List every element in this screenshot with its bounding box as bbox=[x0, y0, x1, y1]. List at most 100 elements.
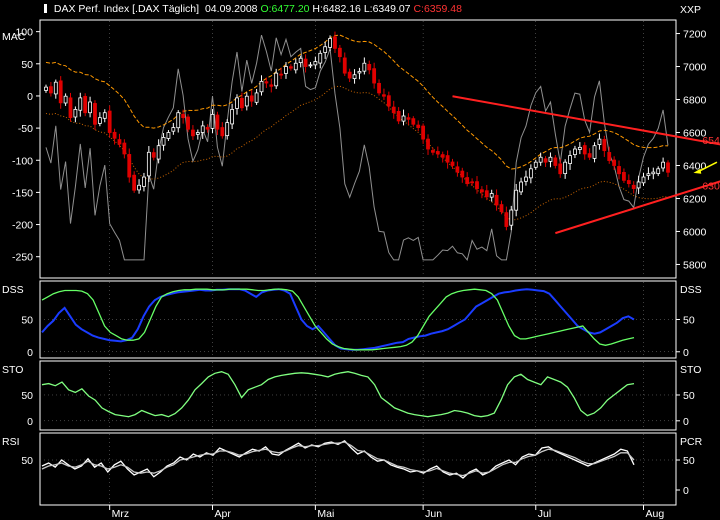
rsi-panel bbox=[39, 432, 677, 506]
candle-body bbox=[93, 103, 97, 125]
candle-body bbox=[514, 189, 519, 211]
price-chart-svg: MACXXP100500-50-100-150-200-250720070006… bbox=[2, 4, 720, 520]
candle-body bbox=[264, 81, 269, 84]
candle-body bbox=[117, 139, 122, 145]
candle-body bbox=[112, 131, 117, 139]
candle-body bbox=[484, 190, 489, 198]
candle-body bbox=[592, 145, 597, 159]
month-label: Apr bbox=[215, 508, 232, 520]
lower-trendline-value-label: 6300.43 bbox=[702, 180, 720, 192]
candle-body bbox=[617, 166, 621, 175]
candle-body bbox=[386, 95, 391, 107]
candle-body bbox=[587, 153, 592, 158]
right-tick-label: 6400 bbox=[683, 160, 707, 172]
candle-body bbox=[78, 97, 83, 111]
candle-body bbox=[563, 161, 568, 174]
candle-body bbox=[215, 114, 220, 130]
candle-body bbox=[489, 193, 494, 198]
candle-body bbox=[622, 172, 626, 181]
candle-body bbox=[132, 174, 137, 191]
rsi-right-label: PCR bbox=[680, 436, 703, 448]
month-label: Jul bbox=[538, 508, 551, 520]
rsi-left-tick: 50 bbox=[21, 455, 33, 467]
candle-body bbox=[337, 47, 342, 58]
left-tick-label: -150 bbox=[12, 187, 33, 199]
candle-body bbox=[372, 68, 377, 84]
candle-body bbox=[519, 181, 523, 193]
candle-body bbox=[63, 95, 68, 104]
month-label: Jun bbox=[425, 508, 442, 520]
sto-right-tick: 0 bbox=[683, 416, 689, 428]
candle-body bbox=[53, 81, 58, 95]
left-tick-label: -200 bbox=[12, 220, 33, 232]
candle-body bbox=[102, 112, 107, 119]
chart-window: DAX Perf. Index [.DAX Täglich] 04.09.200… bbox=[0, 0, 720, 520]
candle-body bbox=[377, 82, 381, 94]
rsi-left-label: RSI bbox=[2, 436, 20, 448]
candle-body bbox=[342, 57, 347, 74]
candle-body bbox=[191, 129, 195, 137]
candle-body bbox=[573, 148, 577, 156]
candle-body bbox=[661, 161, 666, 169]
candle-body bbox=[73, 109, 78, 118]
candle-body bbox=[210, 113, 215, 129]
candle-body bbox=[44, 86, 48, 91]
candle-body bbox=[582, 145, 587, 155]
candle bbox=[83, 93, 88, 117]
candle-body bbox=[259, 80, 264, 93]
candle-body bbox=[122, 142, 127, 155]
candle-body bbox=[48, 86, 53, 94]
candle-body bbox=[146, 151, 151, 177]
candle-body bbox=[612, 159, 617, 166]
candle-body bbox=[97, 117, 102, 124]
candle-body bbox=[352, 74, 357, 79]
candle bbox=[186, 114, 190, 133]
left-tick-label: -50 bbox=[18, 123, 33, 135]
candle-body bbox=[235, 97, 239, 109]
candle-body bbox=[284, 66, 288, 74]
candle-body bbox=[58, 80, 63, 104]
candle-body bbox=[142, 176, 146, 187]
candle-body bbox=[269, 84, 274, 87]
candle-body bbox=[362, 62, 367, 72]
candle-body bbox=[431, 150, 435, 153]
candle-body bbox=[318, 52, 323, 64]
upper-trendline-value-label: 6543.21 bbox=[702, 135, 720, 147]
candle-body bbox=[181, 113, 186, 119]
candle-body bbox=[568, 155, 572, 164]
candle-body bbox=[313, 61, 318, 66]
candle-body bbox=[166, 132, 171, 139]
dss-left-tick: 0 bbox=[27, 347, 33, 359]
candle-body bbox=[558, 163, 563, 175]
candle-body bbox=[240, 97, 244, 109]
left-tick-label: -250 bbox=[12, 252, 33, 264]
candle-body bbox=[127, 154, 132, 178]
candle-body bbox=[666, 162, 670, 173]
right-tick-label: 6200 bbox=[683, 193, 707, 205]
candle-body bbox=[303, 58, 308, 67]
rsi-right-tick: 0 bbox=[683, 485, 689, 497]
candle-body bbox=[533, 161, 538, 168]
candle-body bbox=[426, 138, 430, 150]
candle-body bbox=[641, 176, 646, 184]
candle-body bbox=[435, 151, 440, 155]
candle-body bbox=[328, 38, 332, 48]
candle-body bbox=[88, 101, 92, 114]
candle-body bbox=[445, 155, 450, 163]
candle-body bbox=[288, 66, 293, 69]
candle-body bbox=[274, 72, 279, 87]
candle-body bbox=[244, 95, 249, 107]
candle-body bbox=[597, 138, 602, 145]
dss-right-tick: 0 bbox=[683, 347, 689, 359]
month-label: Mrz bbox=[112, 508, 129, 520]
candle-body bbox=[367, 63, 372, 71]
sto-right-tick: 50 bbox=[683, 390, 695, 402]
sto-right-label: STO bbox=[680, 364, 701, 376]
candle-body bbox=[391, 106, 396, 114]
candle-body bbox=[396, 110, 401, 122]
dss-left-label: DSS bbox=[2, 284, 24, 296]
candle-body bbox=[460, 170, 465, 178]
candle-body bbox=[68, 97, 73, 119]
candle-body bbox=[509, 209, 514, 226]
month-label: Mai bbox=[317, 508, 334, 520]
